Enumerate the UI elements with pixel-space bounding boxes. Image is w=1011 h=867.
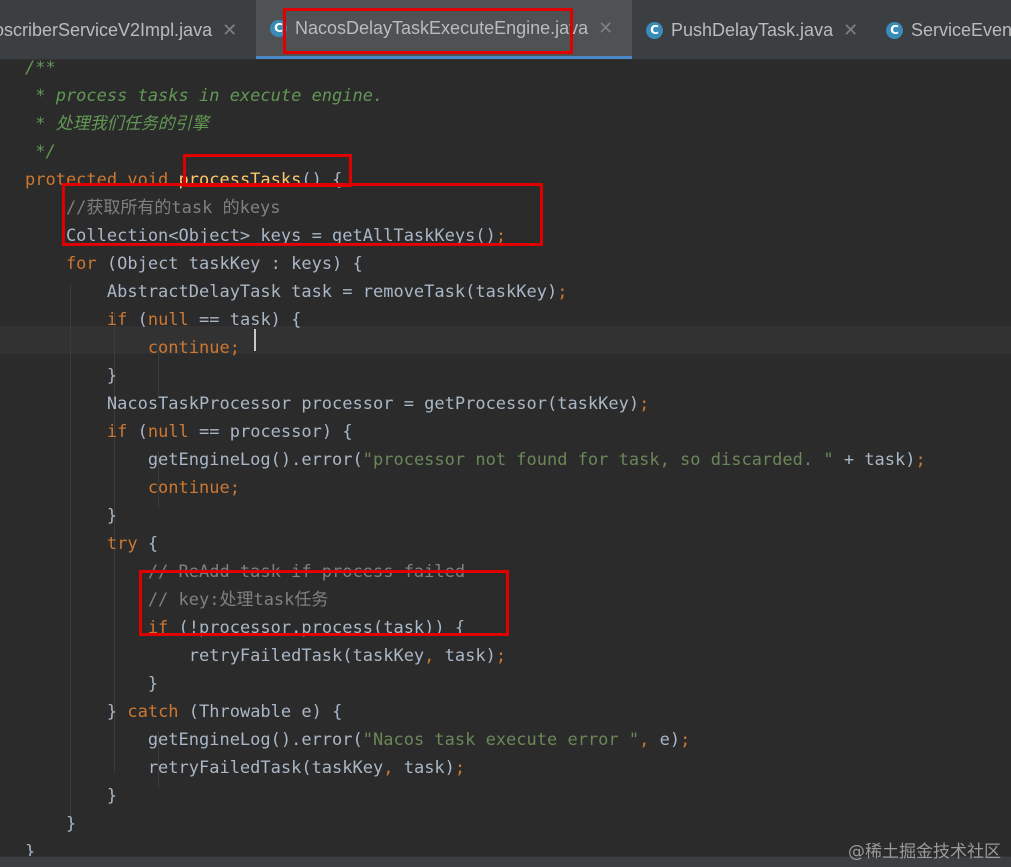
code-token: } xyxy=(25,366,118,386)
code-line: /** xyxy=(25,60,56,82)
code-token: ; xyxy=(454,758,466,778)
close-icon[interactable]: ✕ xyxy=(598,18,613,39)
tab-subscriber-service-impl[interactable]: oscriberServiceV2Impl.java ✕ xyxy=(0,0,250,59)
watermark: @稀土掘金技术社区 xyxy=(848,842,1001,862)
close-icon[interactable]: ✕ xyxy=(222,20,237,41)
code-line: if (null == processor) { xyxy=(25,418,353,446)
code-line: continue; xyxy=(25,474,240,502)
code-line: getEngineLog().error("processor not foun… xyxy=(25,446,926,474)
code-line: AbstractDelayTask task = removeTask(task… xyxy=(25,278,568,306)
code-line: NacosTaskProcessor processor = getProces… xyxy=(25,390,649,418)
code-token: } xyxy=(25,814,77,834)
code-token: + task) xyxy=(833,450,916,470)
code-line: for (Object taskKey : keys) { xyxy=(25,250,363,278)
code-line: continue; xyxy=(25,334,240,362)
java-class-icon: C xyxy=(646,21,663,39)
code-token: getEngineLog().error( xyxy=(25,450,363,470)
code-token: task) xyxy=(403,758,455,778)
code-token: ; xyxy=(495,646,507,666)
code-token: } xyxy=(25,842,36,856)
code-token: ( xyxy=(137,310,148,330)
code-token: */ xyxy=(25,142,56,162)
code-token: getEngineLog().error( xyxy=(25,730,363,750)
code-line: } xyxy=(25,362,117,390)
code-token: (Throwable e) { xyxy=(188,702,343,722)
code-token: continue; xyxy=(25,338,240,358)
code-token: "processor not found for task, so discar… xyxy=(362,450,834,470)
code-token: NacosTaskProcessor processor = getProces… xyxy=(25,394,640,414)
tab-service-event[interactable]: C ServiceEven xyxy=(872,0,1011,59)
text-caret xyxy=(254,329,256,351)
code-token: null xyxy=(147,310,200,330)
code-token: ; xyxy=(915,450,926,470)
code-token: } xyxy=(25,786,118,806)
tab-label: ServiceEven xyxy=(911,19,1011,40)
code-token: "Nacos task execute error " xyxy=(362,730,640,750)
code-token: task) xyxy=(444,646,496,666)
annotation-box-tab xyxy=(283,8,573,54)
code-token: null xyxy=(147,422,200,442)
code-line: getEngineLog().error("Nacos task execute… xyxy=(25,726,691,754)
tab-push-delay-task[interactable]: C PushDelayTask.java ✕ xyxy=(632,0,872,59)
code-token: , xyxy=(383,758,404,778)
code-token: if xyxy=(25,310,138,330)
code-token: , xyxy=(639,730,660,750)
code-line: } xyxy=(25,502,117,530)
code-token: AbstractDelayTask task = removeTask(task… xyxy=(25,282,558,302)
code-line: * 处理我们任务的引擎 xyxy=(25,110,209,138)
code-line: } xyxy=(25,782,117,810)
code-token: * 处理我们任务的引擎 xyxy=(25,114,209,134)
code-line: } xyxy=(25,838,35,856)
code-token: ( xyxy=(137,422,148,442)
tab-label: oscriberServiceV2Impl.java xyxy=(0,19,213,40)
code-line: */ xyxy=(25,138,56,166)
close-icon[interactable]: ✕ xyxy=(843,20,858,41)
code-token: } xyxy=(25,506,118,526)
code-token: } xyxy=(25,702,128,722)
code-token: (Object taskKey : keys) { xyxy=(106,254,363,274)
java-class-icon: C xyxy=(886,21,903,39)
code-editor[interactable]: /** * process tasks in execute engine. *… xyxy=(0,60,1011,856)
annotation-box-process-task xyxy=(139,570,509,636)
code-line: try { xyxy=(25,530,158,558)
code-token: == processor) { xyxy=(199,422,353,442)
code-line: retryFailedTask(taskKey, task); xyxy=(25,754,465,782)
code-token: e) xyxy=(659,730,681,750)
code-token: } xyxy=(25,674,159,694)
code-token: ; xyxy=(680,730,691,750)
code-line: if (null == task) { xyxy=(25,306,302,334)
annotation-box-get-keys xyxy=(62,183,543,246)
code-token: retryFailedTask(taskKey xyxy=(25,646,425,666)
code-token: continue; xyxy=(25,478,240,498)
code-token: , xyxy=(424,646,445,666)
code-token: for xyxy=(25,254,107,274)
code-line: } xyxy=(25,670,158,698)
code-token: ; xyxy=(639,394,650,414)
code-token: == task) { xyxy=(199,310,302,330)
code-token: if xyxy=(25,422,138,442)
code-line: } xyxy=(25,810,76,838)
code-token: ; xyxy=(557,282,568,302)
code-line: } catch (Throwable e) { xyxy=(25,698,342,726)
code-line: * process tasks in execute engine. xyxy=(25,82,383,110)
code-token: { xyxy=(147,534,159,554)
code-line: retryFailedTask(taskKey, task); xyxy=(25,642,506,670)
code-token: /** xyxy=(25,60,56,78)
code-token: catch xyxy=(127,702,189,722)
tab-label: PushDelayTask.java xyxy=(671,19,834,40)
code-token: retryFailedTask(taskKey xyxy=(25,758,384,778)
code-token: try xyxy=(25,534,148,554)
code-token: * process tasks in execute engine. xyxy=(25,86,384,106)
